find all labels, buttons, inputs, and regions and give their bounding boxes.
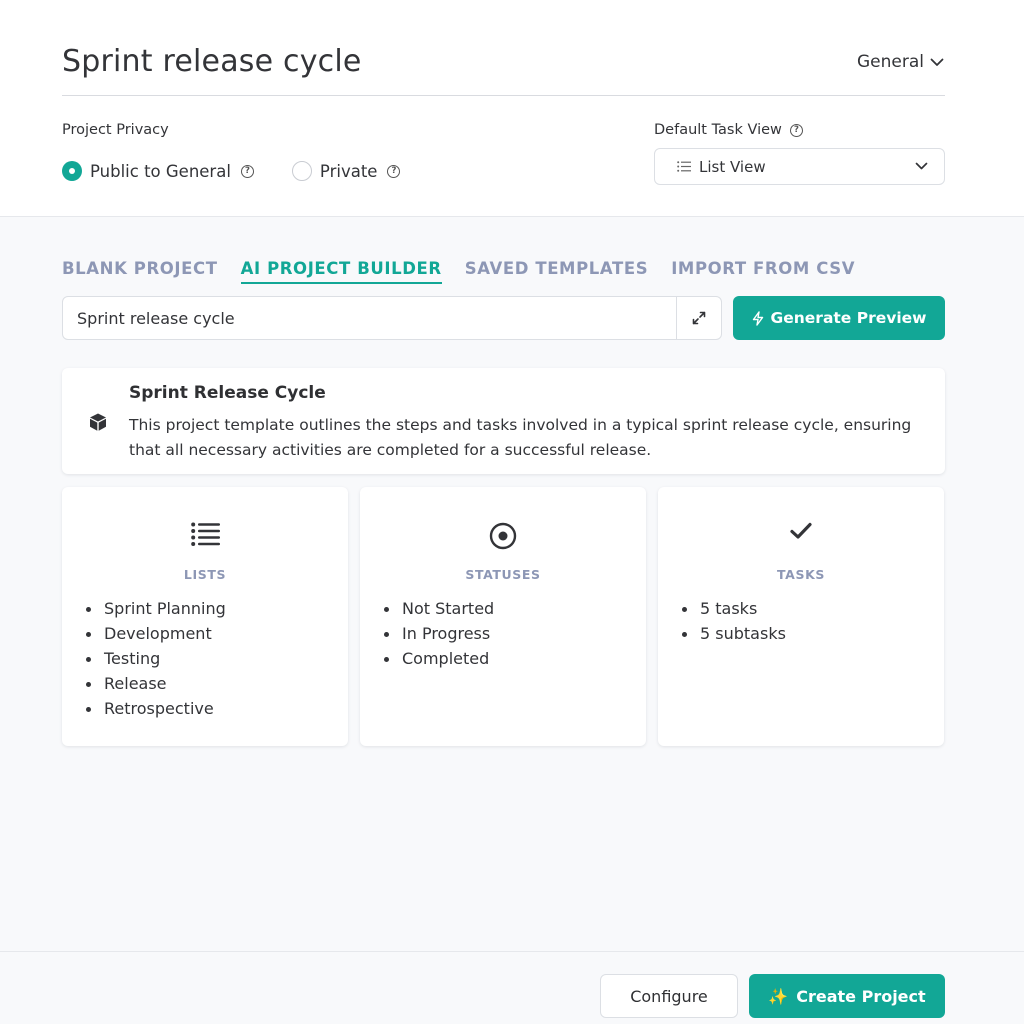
list-item: Completed <box>383 646 494 671</box>
help-icon[interactable]: ? <box>789 123 803 137</box>
sparkles-icon: ✨ <box>768 986 789 1006</box>
task-view-label-text: Default Task View <box>654 122 782 138</box>
help-icon[interactable]: ? <box>240 164 254 178</box>
statuses-card-title: STATUSES <box>465 567 541 582</box>
expand-icon <box>692 311 706 325</box>
task-view-label: Default Task View ? <box>654 122 803 138</box>
title-divider <box>62 95 945 96</box>
lists-card: LISTS Sprint Planning Development Testin… <box>62 487 348 746</box>
list-icon <box>677 161 691 172</box>
list-item: Release <box>86 671 226 696</box>
space-selector[interactable]: General <box>857 52 944 72</box>
privacy-option-private[interactable]: Private ? <box>291 161 401 181</box>
statuses-card: STATUSES Not Started In Progress Complet… <box>360 487 646 746</box>
template-summary-card: Sprint Release Cycle This project templa… <box>62 368 945 474</box>
ai-prompt-field <box>62 296 722 340</box>
privacy-option-public[interactable]: Public to General ? <box>62 161 254 181</box>
project-name-title[interactable]: Sprint release cycle <box>62 44 362 79</box>
tab-import-from-csv[interactable]: IMPORT FROM CSV <box>671 259 855 284</box>
chevron-down-icon <box>930 58 944 66</box>
privacy-option-private-label: Private <box>319 161 378 181</box>
privacy-option-public-label: Public to General <box>90 161 231 181</box>
template-title: Sprint Release Cycle <box>129 383 326 403</box>
create-project-button[interactable]: ✨ Create Project <box>749 974 945 1018</box>
tab-ai-project-builder[interactable]: AI PROJECT BUILDER <box>240 259 442 284</box>
cube-icon <box>90 413 106 431</box>
generate-preview-button[interactable]: Generate Preview <box>733 296 945 340</box>
privacy-label: Project Privacy <box>62 122 169 138</box>
configure-button[interactable]: Configure <box>600 974 738 1018</box>
statuses-items: Not Started In Progress Completed <box>383 596 494 671</box>
ai-prompt-input[interactable] <box>63 297 676 339</box>
chevron-down-icon <box>915 162 928 170</box>
task-view-selected: List View <box>699 157 766 176</box>
radio-unselected-icon[interactable] <box>291 161 312 181</box>
list-item: In Progress <box>383 621 494 646</box>
list-item: 5 subtasks <box>682 621 786 646</box>
space-selector-label: General <box>857 52 924 72</box>
expand-button[interactable] <box>676 297 721 339</box>
target-icon <box>489 522 517 550</box>
list-item: Retrospective <box>86 696 226 721</box>
tab-saved-templates[interactable]: SAVED TEMPLATES <box>465 259 648 284</box>
list-item: 5 tasks <box>682 596 786 621</box>
tasks-card: TASKS 5 tasks 5 subtasks <box>658 487 944 746</box>
tasks-card-title: TASKS <box>777 567 825 582</box>
list-icon <box>190 522 220 546</box>
lists-card-title: LISTS <box>183 567 227 582</box>
help-icon[interactable]: ? <box>387 164 401 178</box>
privacy-options: Public to General ? Private ? <box>62 161 401 181</box>
list-item: Testing <box>86 646 226 671</box>
project-type-tabs: BLANK PROJECT AI PROJECT BUILDER SAVED T… <box>62 259 855 284</box>
radio-selected-icon[interactable] <box>62 161 82 181</box>
generate-preview-label: Generate Preview <box>770 309 927 327</box>
lists-items: Sprint Planning Development Testing Rele… <box>86 596 226 721</box>
task-view-select[interactable]: List View <box>654 148 945 185</box>
create-project-label: Create Project <box>796 986 926 1006</box>
list-item: Sprint Planning <box>86 596 226 621</box>
list-item: Not Started <box>383 596 494 621</box>
list-item: Development <box>86 621 226 646</box>
template-description: This project template outlines the steps… <box>129 416 912 459</box>
tasks-items: 5 tasks 5 subtasks <box>682 596 786 646</box>
project-settings-panel: Sprint release cycle General Project Pri… <box>0 0 1024 217</box>
lightning-icon <box>752 310 763 326</box>
tab-blank-project[interactable]: BLANK PROJECT <box>62 259 218 284</box>
check-icon <box>790 522 812 539</box>
